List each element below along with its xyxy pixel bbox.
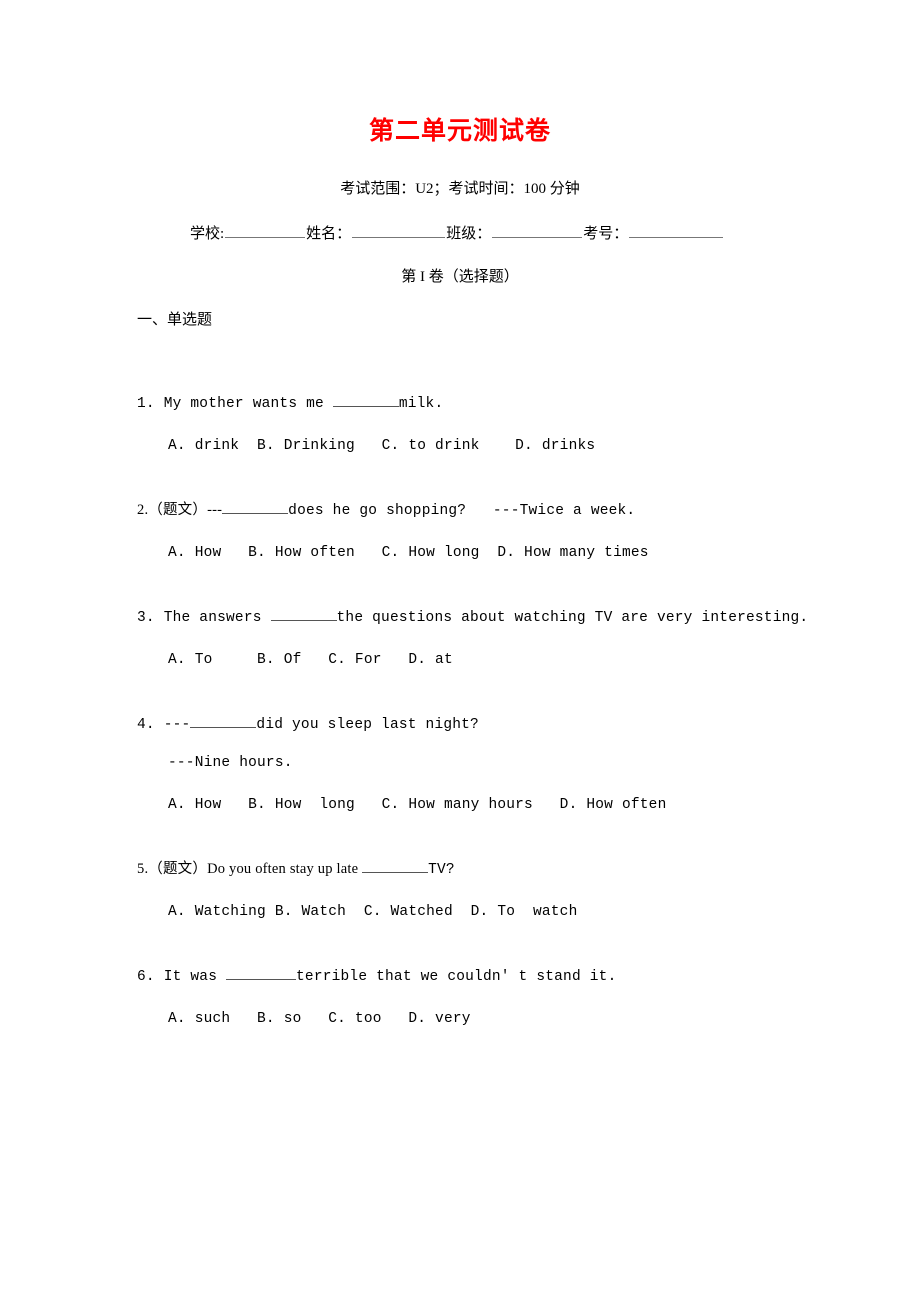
question-list: 1. My mother wants me milk. A. drink B. D…	[137, 393, 897, 1073]
question-item: 3. The answers the questions about watch…	[137, 607, 897, 671]
question-answer-line: ---Nine hours.	[168, 755, 293, 772]
question-stem-before-blank: 4. ---	[137, 717, 191, 734]
answer-blank[interactable]	[226, 966, 297, 981]
name-label: 姓名：	[306, 226, 352, 242]
page-title: 第二单元测试卷	[368, 118, 551, 145]
question-stem-after-blank: does he go shopping? ---Twice a week.	[288, 503, 636, 520]
question-options[interactable]: A. such B. so C. too D. very	[168, 1009, 897, 1030]
question-item: 2.（题文）--- does he go shopping? ---Twice a…	[137, 500, 897, 564]
question-stem-after-blank: the questions about watching TV are very…	[336, 610, 809, 627]
school-input-blank[interactable]	[225, 223, 306, 238]
question-stem-before-blank: 2.（题文）---	[137, 502, 223, 519]
question-item: 4. --- did you sleep last night? ---Nine h…	[137, 714, 897, 816]
exam-number-label: 考号：	[583, 226, 629, 242]
question-stem-before-blank: 6. It was	[137, 969, 227, 986]
student-info-line: 学校: 姓名： 班级： 考号：	[190, 222, 890, 243]
name-input-blank[interactable]	[352, 223, 446, 238]
question-stem-after-blank: milk.	[398, 396, 444, 413]
exam-paper-page: 第二单元测试卷 考试范围：U2；考试时间：100 分钟 学校: 姓名： 班级： 考号：…	[0, 0, 920, 1302]
answer-blank[interactable]	[190, 714, 257, 729]
answer-blank[interactable]	[332, 393, 399, 408]
exam-scope-and-duration: 考试范围：U2；考试时间：100 分钟	[340, 181, 580, 197]
question-stem: 5.（题文）Do you often stay up late TV?	[137, 859, 897, 881]
question-stem: 3. The answers the questions about watch…	[137, 607, 897, 629]
question-options[interactable]: A. How B. How often C. How long D. How m…	[168, 543, 897, 564]
question-stem-after-blank: did you sleep last night?	[256, 717, 479, 734]
question-item: 1. My mother wants me milk. A. drink B. D…	[137, 393, 897, 457]
answer-blank[interactable]	[270, 607, 337, 622]
question-item: 6. It was terrible that we couldn' t sta…	[137, 966, 897, 1030]
exam-number-input-blank[interactable]	[629, 223, 724, 238]
school-label: 学校:	[190, 226, 225, 242]
answer-blank[interactable]	[362, 859, 429, 874]
section-heading-multiple-choice: 一、单选题	[137, 312, 213, 328]
answer-blank[interactable]	[222, 500, 289, 515]
question-stem: 6. It was terrible that we couldn' t sta…	[137, 966, 897, 988]
question-options[interactable]: A. To B. Of C. For D. at	[168, 650, 897, 671]
class-label: 班级：	[446, 226, 492, 242]
question-stem-before-blank: 5.（题文）Do you often stay up late	[137, 861, 363, 878]
question-options[interactable]: A. drink B. Drinking C. to drink D. drin…	[168, 436, 897, 457]
question-options[interactable]: A. How B. How long C. How many hours D. …	[168, 795, 897, 816]
paper-part-heading: 第 I 卷（选择题）	[401, 269, 519, 285]
question-stem-after-blank: terrible that we couldn' t stand it.	[296, 969, 617, 986]
question-stem: 1. My mother wants me milk.	[137, 393, 897, 415]
question-item: 5.（题文）Do you often stay up late TV? A. Wa…	[137, 859, 897, 923]
question-stem-before-blank: 1. My mother wants me	[137, 396, 333, 413]
question-stem-after-blank: TV?	[428, 862, 455, 879]
question-options[interactable]: A. Watching B. Watch C. Watched D. To wa…	[168, 902, 897, 923]
question-stem-before-blank: 3. The answers	[137, 610, 271, 627]
class-input-blank[interactable]	[492, 223, 583, 238]
question-stem: 2.（题文）--- does he go shopping? ---Twice a…	[137, 500, 897, 522]
question-stem: 4. --- did you sleep last night?	[137, 714, 897, 736]
